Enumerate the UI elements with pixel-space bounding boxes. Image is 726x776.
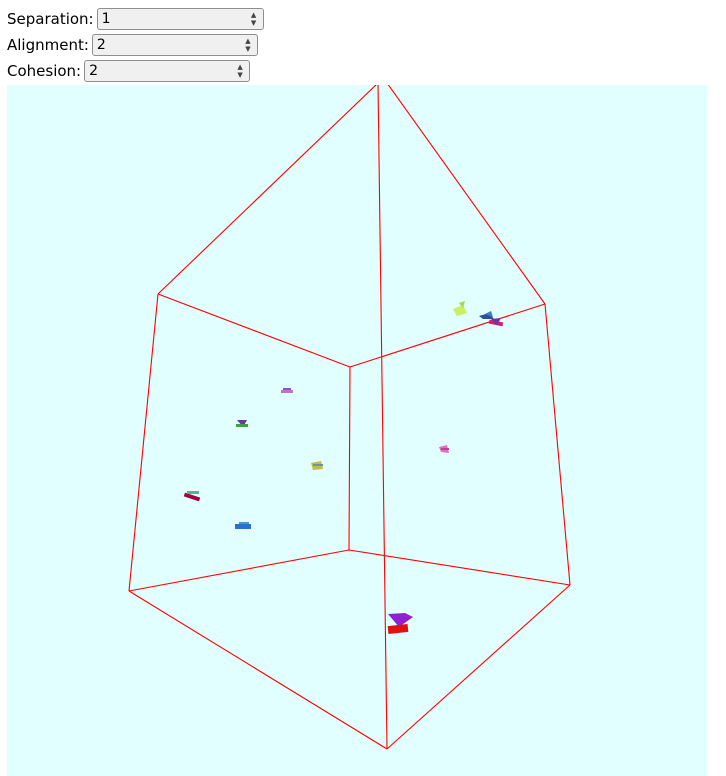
- cube-edge: [349, 303, 546, 368]
- boid: [236, 420, 248, 427]
- increment-arrow-icon[interactable]: ▲: [251, 11, 256, 19]
- cube-edge: [348, 366, 351, 551]
- separation-spinbox[interactable]: ▲ ▼: [96, 8, 264, 30]
- boid: [488, 318, 504, 327]
- cube-edge: [157, 85, 377, 295]
- cohesion-spinbox[interactable]: ▲ ▼: [84, 60, 251, 82]
- cube-edge: [128, 549, 350, 592]
- cube-edge: [348, 549, 571, 586]
- cohesion-row: Cohesion: ▲ ▼: [7, 59, 251, 83]
- boid: [311, 461, 323, 470]
- cube-edge: [128, 293, 159, 592]
- decrement-arrow-icon[interactable]: ▼: [251, 19, 256, 27]
- separation-row: Separation: ▲ ▼: [7, 7, 264, 31]
- cube-edge: [544, 303, 571, 586]
- boid-flock: [183, 301, 504, 635]
- boid: [479, 311, 494, 319]
- increment-arrow-icon[interactable]: ▲: [237, 63, 242, 71]
- cube-edge: [128, 590, 388, 750]
- alignment-spinbox[interactable]: ▲ ▼: [91, 34, 258, 56]
- boid: [453, 301, 467, 316]
- alignment-input[interactable]: [92, 35, 237, 55]
- cube-edge: [377, 85, 388, 750]
- separation-input[interactable]: [97, 9, 242, 29]
- alignment-stepper[interactable]: ▲ ▼: [243, 36, 253, 54]
- boid: [387, 613, 413, 635]
- boid: [183, 491, 201, 502]
- bounding-box-wireframe: [128, 85, 571, 750]
- separation-stepper[interactable]: ▲ ▼: [249, 10, 259, 28]
- cohesion-input[interactable]: [85, 61, 230, 81]
- cube-edge: [386, 584, 571, 750]
- decrement-arrow-icon[interactable]: ▼: [237, 71, 242, 79]
- cohesion-stepper[interactable]: ▲ ▼: [235, 62, 245, 80]
- separation-label: Separation:: [7, 10, 94, 28]
- cube-edge: [157, 293, 351, 368]
- boid: [281, 388, 293, 393]
- increment-arrow-icon[interactable]: ▲: [245, 37, 250, 45]
- boids-3d-viewport[interactable]: [7, 85, 707, 776]
- cube-edge: [387, 85, 546, 305]
- decrement-arrow-icon[interactable]: ▼: [245, 45, 250, 53]
- cohesion-label: Cohesion:: [7, 62, 82, 80]
- boid: [235, 522, 251, 529]
- alignment-row: Alignment: ▲ ▼: [7, 33, 258, 57]
- alignment-label: Alignment:: [7, 36, 89, 54]
- boid: [439, 445, 449, 453]
